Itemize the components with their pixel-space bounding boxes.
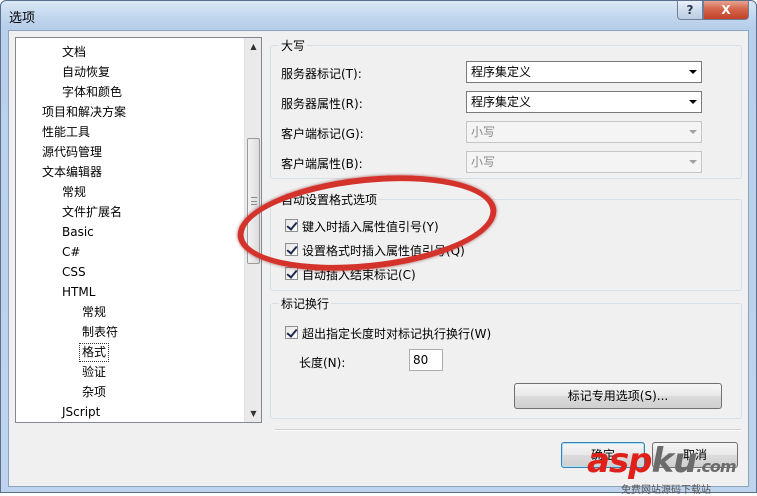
tree-item[interactable]: 自动恢复 (62, 63, 110, 82)
tree-item[interactable]: Basic (62, 223, 94, 242)
server-tag-label: 服务器标记(T): (281, 67, 362, 81)
capitalization-group: 大写 服务器标记(T): 程序集定义 服务器属性(R): 程序集定义 客户端标记… (270, 37, 742, 179)
client-attr-value: 小写 (471, 155, 496, 169)
length-input[interactable]: 80 (409, 349, 443, 371)
grip-icon (251, 197, 257, 205)
server-attr-value: 程序集定义 (471, 95, 532, 109)
options-tree: 文档 自动恢复 字体和颜色 项目和解决方案 性能工具 源代码管理 文本编辑器 常规 文件扩展名 B… (15, 37, 262, 423)
chevron-down-icon (689, 160, 697, 164)
tree-item[interactable]: 常规 (82, 303, 106, 322)
watermark-brand-red: asp (587, 441, 653, 481)
footer-divider (275, 429, 741, 431)
chevron-down-icon (689, 130, 697, 134)
client-attr-combo[interactable]: 小写 (466, 151, 702, 173)
server-attr-label: 服务器属性(R): (281, 97, 363, 111)
watermark-subtitle: 免费网站源码下载站 (621, 485, 711, 496)
tree-item[interactable]: 文件扩展名 (62, 203, 122, 222)
tree-list: 文档 自动恢复 字体和颜色 项目和解决方案 性能工具 源代码管理 文本编辑器 常规 文件扩展名 B… (16, 38, 246, 422)
client-tag-value: 小写 (471, 125, 496, 139)
client-attr-label: 客户端属性(B): (281, 157, 363, 171)
tree-item[interactable]: 格式 (79, 343, 110, 362)
server-tag-value: 程序集定义 (471, 65, 532, 79)
checkbox-checked-icon (285, 267, 298, 280)
length-label: 长度(N): (299, 356, 346, 370)
tree-item[interactable]: 性能工具 (42, 123, 90, 142)
server-tag-combo[interactable]: 程序集定义 (466, 61, 702, 83)
tree-item[interactable]: 制表符 (82, 323, 118, 342)
site-watermark: aspku.com 免费网站源码下载站 (587, 441, 757, 496)
tree-item[interactable]: 源代码管理 (42, 143, 102, 162)
wrapping-group: 标记换行 超出指定长度时对标记执行换行(W) 长度(N): 80 标记专用选项(… (270, 295, 742, 419)
scroll-down-icon[interactable]: ▼ (245, 405, 262, 422)
tree-item[interactable]: 常规 (62, 183, 86, 202)
tree-item[interactable]: JScript (62, 403, 100, 422)
chevron-down-icon (689, 70, 697, 74)
watermark-logo: aspku.com (587, 441, 737, 481)
tree-item[interactable]: 杂项 (82, 383, 106, 402)
tree-item[interactable]: C# (62, 243, 80, 262)
tree-item[interactable]: 文本编辑器 (42, 163, 102, 182)
tree-item[interactable]: HTML (62, 283, 95, 302)
tag-options-button[interactable]: 标记专用选项(S)... (514, 383, 722, 409)
tree-item[interactable]: 字体和颜色 (62, 83, 122, 102)
title-bar[interactable]: 选项 ? X (1, 1, 756, 29)
client-tag-label: 客户端标记(G): (281, 127, 364, 141)
window-title: 选项 (9, 11, 36, 26)
watermark-brand-grey: ku (651, 441, 698, 481)
scroll-up-icon[interactable]: ▲ (245, 38, 262, 55)
chevron-down-icon (689, 100, 697, 104)
tree-item[interactable]: CSS (62, 263, 86, 282)
watermark-suffix: .com (696, 457, 736, 476)
wrap-tags-label: 超出指定长度时对标记执行换行(W) (302, 327, 492, 341)
options-dialog: 选项 ? X 文档 自动恢复 字体和颜色 项目和解决方案 性能工具 源代码管理 文本编辑器常… (0, 0, 757, 496)
wrapping-group-label: 标记换行 (279, 295, 332, 312)
server-attr-combo[interactable]: 程序集定义 (466, 91, 702, 113)
close-button[interactable]: X (703, 1, 749, 20)
help-button[interactable]: ? (677, 1, 703, 20)
client-tag-combo[interactable]: 小写 (466, 121, 702, 143)
tree-item[interactable]: 验证 (82, 363, 106, 382)
capitalization-group-label: 大写 (279, 37, 308, 54)
tree-item[interactable]: 项目和解决方案 (42, 103, 126, 122)
checkbox-checked-icon (285, 326, 298, 339)
tree-item[interactable]: 文档 (62, 43, 86, 62)
